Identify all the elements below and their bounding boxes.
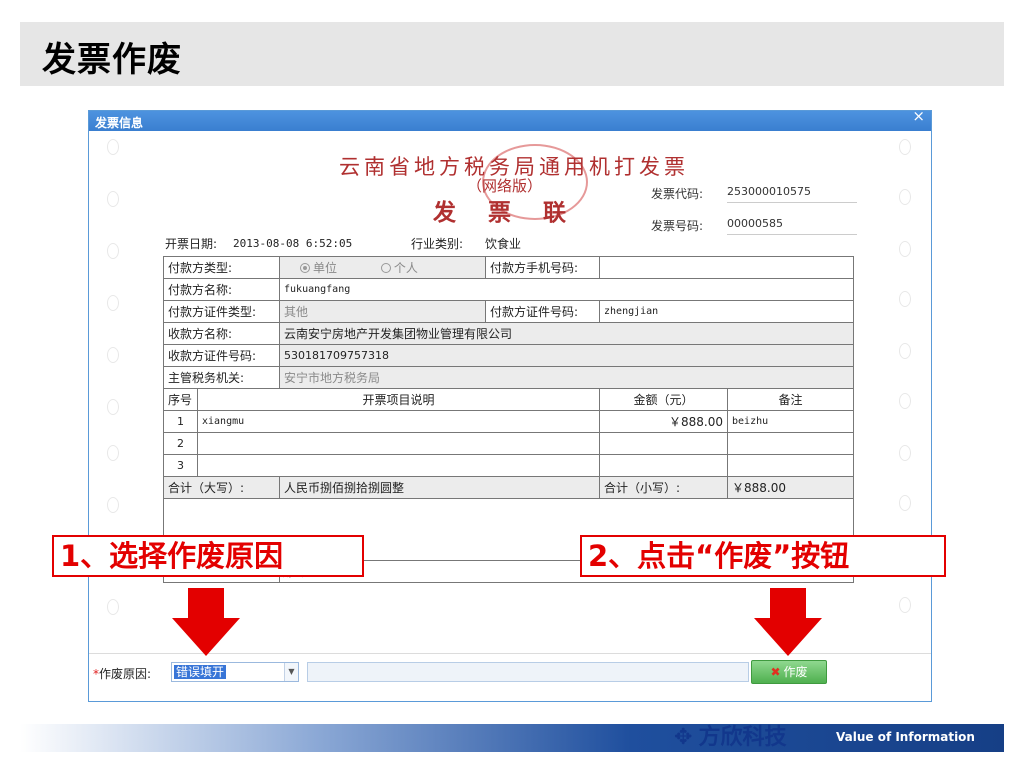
callout-arrows xyxy=(172,588,822,656)
slide: 发票作废 发票信息 × 云南省地方税务局通用机打发票 （网络版） 发 票 联 发… xyxy=(0,0,1024,768)
step1-arrow xyxy=(172,588,240,656)
brand-name: 方欣科技 xyxy=(698,725,787,750)
step2-arrow xyxy=(754,588,822,656)
brand-diamond-icon: ✥ xyxy=(674,725,693,750)
brand-logo: ✥ 方欣科技 xyxy=(674,719,786,753)
tagline: Value of Information xyxy=(836,730,975,744)
